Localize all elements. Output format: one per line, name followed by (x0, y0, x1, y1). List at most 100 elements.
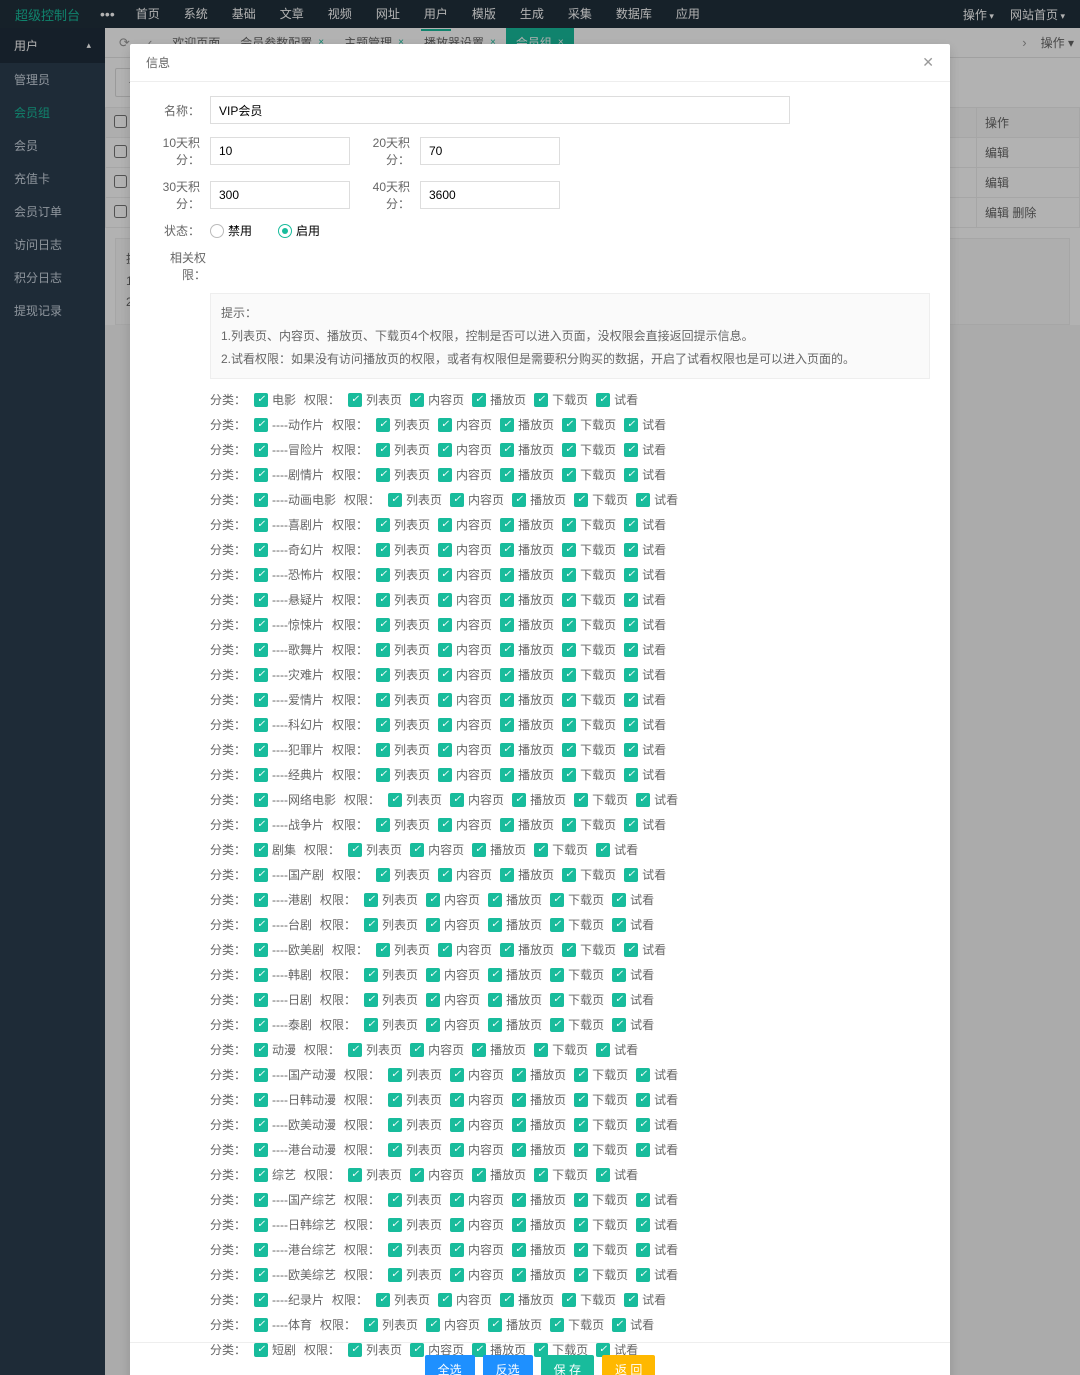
cat-checkbox[interactable]: ----港剧 (254, 891, 312, 908)
cat-checkbox[interactable]: ----泰剧 (254, 1016, 312, 1033)
play-checkbox[interactable]: 播放页 (512, 1091, 566, 1108)
content-checkbox[interactable]: 内容页 (438, 816, 492, 833)
play-checkbox[interactable]: 播放页 (500, 641, 554, 658)
play-checkbox[interactable]: 播放页 (500, 716, 554, 733)
content-checkbox[interactable]: 内容页 (450, 1091, 504, 1108)
download-checkbox[interactable]: 下载页 (550, 966, 604, 983)
cat-checkbox[interactable]: ----国产综艺 (254, 1191, 336, 1208)
cat-checkbox[interactable]: ----冒险片 (254, 441, 324, 458)
play-checkbox[interactable]: 播放页 (472, 841, 526, 858)
cat-checkbox[interactable]: ----日韩综艺 (254, 1216, 336, 1233)
content-checkbox[interactable]: 内容页 (426, 966, 480, 983)
play-checkbox[interactable]: 播放页 (512, 491, 566, 508)
cat-checkbox[interactable]: ----韩剧 (254, 966, 312, 983)
content-checkbox[interactable]: 内容页 (410, 1041, 464, 1058)
list-checkbox[interactable]: 列表页 (388, 1241, 442, 1258)
list-checkbox[interactable]: 列表页 (376, 616, 430, 633)
cat-checkbox[interactable]: ----欧美综艺 (254, 1266, 336, 1283)
trial-checkbox[interactable]: 试看 (636, 1141, 678, 1158)
play-checkbox[interactable]: 播放页 (512, 1116, 566, 1133)
cat-checkbox[interactable]: 短剧 (254, 1341, 296, 1358)
list-checkbox[interactable]: 列表页 (376, 741, 430, 758)
list-checkbox[interactable]: 列表页 (376, 666, 430, 683)
cat-checkbox[interactable]: 综艺 (254, 1166, 296, 1183)
cat-checkbox[interactable]: ----灾难片 (254, 666, 324, 683)
download-checkbox[interactable]: 下载页 (562, 1291, 616, 1308)
cat-checkbox[interactable]: ----惊悚片 (254, 616, 324, 633)
download-checkbox[interactable]: 下载页 (534, 1166, 588, 1183)
play-checkbox[interactable]: 播放页 (472, 1166, 526, 1183)
download-checkbox[interactable]: 下载页 (562, 741, 616, 758)
download-checkbox[interactable]: 下载页 (562, 641, 616, 658)
list-checkbox[interactable]: 列表页 (348, 1341, 402, 1358)
points40-input[interactable] (420, 181, 560, 209)
trial-checkbox[interactable]: 试看 (636, 1241, 678, 1258)
play-checkbox[interactable]: 播放页 (500, 766, 554, 783)
content-checkbox[interactable]: 内容页 (438, 666, 492, 683)
download-checkbox[interactable]: 下载页 (574, 1191, 628, 1208)
play-checkbox[interactable]: 播放页 (512, 791, 566, 808)
status-disable-radio[interactable]: 禁用 (210, 222, 252, 239)
download-checkbox[interactable]: 下载页 (562, 591, 616, 608)
cat-checkbox[interactable]: ----科幻片 (254, 716, 324, 733)
play-checkbox[interactable]: 播放页 (500, 666, 554, 683)
play-checkbox[interactable]: 播放页 (472, 391, 526, 408)
play-checkbox[interactable]: 播放页 (488, 991, 542, 1008)
play-checkbox[interactable]: 播放页 (512, 1191, 566, 1208)
cat-checkbox[interactable]: ----港台动漫 (254, 1141, 336, 1158)
download-checkbox[interactable]: 下载页 (550, 1016, 604, 1033)
download-checkbox[interactable]: 下载页 (550, 891, 604, 908)
list-checkbox[interactable]: 列表页 (348, 1166, 402, 1183)
list-checkbox[interactable]: 列表页 (388, 1091, 442, 1108)
list-checkbox[interactable]: 列表页 (376, 541, 430, 558)
list-checkbox[interactable]: 列表页 (376, 816, 430, 833)
play-checkbox[interactable]: 播放页 (512, 1066, 566, 1083)
download-checkbox[interactable]: 下载页 (562, 941, 616, 958)
content-checkbox[interactable]: 内容页 (438, 1291, 492, 1308)
trial-checkbox[interactable]: 试看 (612, 891, 654, 908)
cat-checkbox[interactable]: ----剧情片 (254, 466, 324, 483)
cat-checkbox[interactable]: 动漫 (254, 1041, 296, 1058)
trial-checkbox[interactable]: 试看 (596, 841, 638, 858)
trial-checkbox[interactable]: 试看 (624, 466, 666, 483)
play-checkbox[interactable]: 播放页 (512, 1241, 566, 1258)
trial-checkbox[interactable]: 试看 (624, 691, 666, 708)
cat-checkbox[interactable]: ----动画电影 (254, 491, 336, 508)
cat-checkbox[interactable]: ----港台综艺 (254, 1241, 336, 1258)
trial-checkbox[interactable]: 试看 (612, 991, 654, 1008)
download-checkbox[interactable]: 下载页 (562, 616, 616, 633)
play-checkbox[interactable]: 播放页 (500, 591, 554, 608)
save-button[interactable]: 保 存 (541, 1355, 594, 1375)
cat-checkbox[interactable]: ----战争片 (254, 816, 324, 833)
download-checkbox[interactable]: 下载页 (574, 1091, 628, 1108)
trial-checkbox[interactable]: 试看 (624, 541, 666, 558)
content-checkbox[interactable]: 内容页 (438, 691, 492, 708)
list-checkbox[interactable]: 列表页 (364, 1016, 418, 1033)
download-checkbox[interactable]: 下载页 (574, 1266, 628, 1283)
play-checkbox[interactable]: 播放页 (500, 941, 554, 958)
status-enable-radio[interactable]: 启用 (278, 222, 320, 239)
download-checkbox[interactable]: 下载页 (562, 691, 616, 708)
play-checkbox[interactable]: 播放页 (488, 966, 542, 983)
list-checkbox[interactable]: 列表页 (348, 1041, 402, 1058)
trial-checkbox[interactable]: 试看 (624, 516, 666, 533)
play-checkbox[interactable]: 播放页 (500, 416, 554, 433)
content-checkbox[interactable]: 内容页 (450, 1191, 504, 1208)
trial-checkbox[interactable]: 试看 (624, 591, 666, 608)
trial-checkbox[interactable]: 试看 (636, 791, 678, 808)
name-input[interactable] (210, 96, 790, 124)
list-checkbox[interactable]: 列表页 (376, 866, 430, 883)
list-checkbox[interactable]: 列表页 (364, 891, 418, 908)
trial-checkbox[interactable]: 试看 (596, 1041, 638, 1058)
cat-checkbox[interactable]: ----欧美动漫 (254, 1116, 336, 1133)
play-checkbox[interactable]: 播放页 (488, 1016, 542, 1033)
list-checkbox[interactable]: 列表页 (376, 416, 430, 433)
download-checkbox[interactable]: 下载页 (562, 541, 616, 558)
trial-checkbox[interactable]: 试看 (624, 666, 666, 683)
list-checkbox[interactable]: 列表页 (388, 491, 442, 508)
download-checkbox[interactable]: 下载页 (562, 666, 616, 683)
cat-checkbox[interactable]: 电影 (254, 391, 296, 408)
content-checkbox[interactable]: 内容页 (450, 491, 504, 508)
download-checkbox[interactable]: 下载页 (534, 391, 588, 408)
trial-checkbox[interactable]: 试看 (624, 766, 666, 783)
